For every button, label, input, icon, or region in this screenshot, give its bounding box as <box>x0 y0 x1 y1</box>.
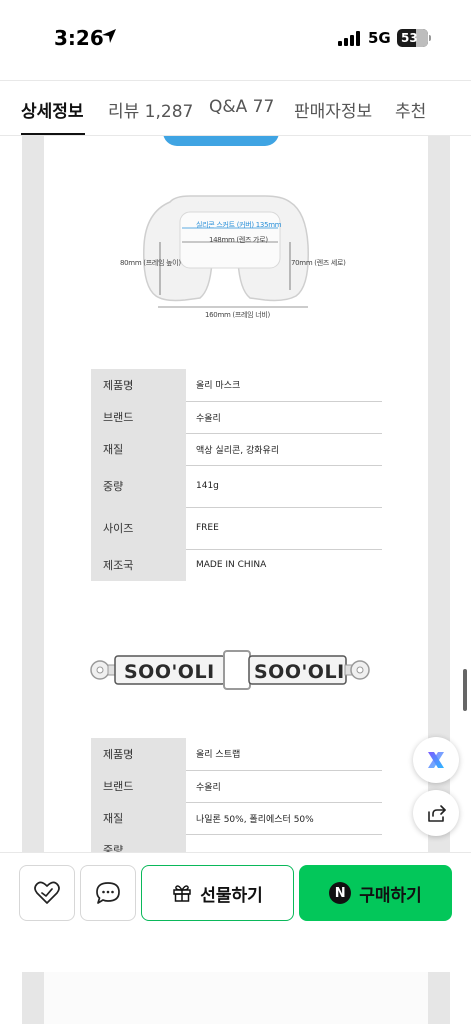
tab-reviews[interactable]: 리뷰 1,287 <box>108 97 193 122</box>
spec-value: 올리 마스크 <box>186 369 382 402</box>
gutter-left <box>22 136 44 852</box>
tab-recommend[interactable]: 추천 <box>395 97 426 122</box>
status-time: 3:26 <box>54 26 104 50</box>
buy-button-label: 구매하기 <box>359 885 422 906</box>
content-strip <box>44 972 428 1024</box>
product-tabs: 상세정보 리뷰 1,287 Q&A 77 판매자정보 추천 <box>0 80 471 136</box>
status-bar: 3:26 5G 53 <box>0 0 471 78</box>
detail-content[interactable]: 실리콘 스커트 (커버) 135mm 148mm (렌즈 가로) 80mm (프… <box>0 136 471 852</box>
scrollbar[interactable] <box>463 669 467 711</box>
spec-key: 제품명 <box>91 369 186 402</box>
spec-value: 수올리 <box>186 401 382 434</box>
chat-bubble-icon <box>96 882 120 904</box>
gift-icon <box>173 885 191 902</box>
table-row: 중량 141g <box>91 465 382 508</box>
spec-value: 나일론 50%, 폴리에스터 50% <box>186 802 382 835</box>
spec-value: FREE <box>186 507 382 550</box>
table-row: 제조국 MADE IN CHINA <box>91 549 382 581</box>
spec-key: 제조국 <box>91 549 186 581</box>
gift-button[interactable]: 선물하기 <box>141 865 294 921</box>
dim-frame-height: 80mm (프레임 높이) <box>120 259 181 267</box>
wishlist-button[interactable] <box>19 865 75 921</box>
signal-icon <box>338 30 362 46</box>
spec-key: 브랜드 <box>91 770 186 803</box>
share-icon <box>428 805 446 822</box>
spec-key: 재질 <box>91 433 186 466</box>
spec-value: 올리 스트랩 <box>186 738 382 771</box>
table-row: 브랜드 수올리 <box>91 770 382 803</box>
tab-qna[interactable]: Q&A 77 <box>209 97 274 117</box>
spec-value: MADE IN CHINA <box>196 560 267 571</box>
spec-key: 재질 <box>91 802 186 835</box>
tab-details[interactable]: 상세정보 <box>21 97 84 122</box>
location-arrow-icon <box>102 29 116 43</box>
dim-silicone-skirt: 실리콘 스커트 (커버) 135mm <box>196 221 282 229</box>
spec-value: 수올리 <box>186 770 382 803</box>
table-row: 사이즈 FREE <box>91 507 382 550</box>
ai-sparkle-icon <box>428 752 444 768</box>
heart-check-icon <box>34 881 60 904</box>
strap-logo-right: SOO'OLI <box>254 661 345 683</box>
ai-assistant-button[interactable] <box>413 737 459 783</box>
naver-pay-icon: N <box>329 882 352 904</box>
spec-key: 중량 <box>91 465 186 508</box>
table-row: 중량 <box>91 834 382 852</box>
section-title-pill <box>163 136 279 146</box>
gutter-right <box>428 972 450 1024</box>
talk-button[interactable] <box>80 865 136 921</box>
buy-button[interactable]: N 구매하기 <box>299 865 452 921</box>
table-row: 브랜드 수올리 <box>91 401 382 434</box>
table-row: 재질 나일론 50%, 폴리에스터 50% <box>91 802 382 835</box>
tab-seller-info[interactable]: 판매자정보 <box>294 97 372 122</box>
table-row: 제품명 올리 마스크 <box>91 369 382 402</box>
gift-button-label: 선물하기 <box>200 885 263 906</box>
share-button[interactable] <box>413 790 459 836</box>
spec-value: 141g <box>186 465 382 508</box>
bottom-action-bar: 선물하기 N 구매하기 <box>0 852 471 936</box>
spec-key: 사이즈 <box>91 507 186 550</box>
dim-frame-width: 160mm (프레임 너비) <box>205 311 270 319</box>
strap-logo-left: SOO'OLI <box>124 661 215 683</box>
mask-image <box>143 195 309 308</box>
battery-icon: 53 <box>397 29 431 47</box>
spec-key: 중량 <box>91 834 186 852</box>
spec-value: 액상 실리콘, 강화유리 <box>186 433 382 466</box>
network-type: 5G <box>368 29 391 47</box>
spec-table-mask: 제품명 올리 마스크 브랜드 수올리 재질 액상 실리콘, 강화유리 중량 141g 사… <box>91 369 382 581</box>
spec-value <box>186 834 382 852</box>
lower-content <box>0 936 471 1024</box>
table-row: 재질 액상 실리콘, 강화유리 <box>91 433 382 466</box>
table-row: 제품명 올리 스트랩 <box>91 738 382 771</box>
spec-key: 제품명 <box>91 738 186 771</box>
gutter-left <box>22 972 44 1024</box>
spec-key: 브랜드 <box>91 401 186 434</box>
dim-lens-width: 148mm (렌즈 가로) <box>209 236 268 244</box>
spec-table-strap: 제품명 올리 스트랩 브랜드 수올리 재질 나일론 50%, 폴리에스터 50% 중량 <box>91 738 382 852</box>
battery-level: 53 <box>401 31 418 45</box>
dim-lens-height: 70mm (렌즈 세로) <box>291 259 346 267</box>
